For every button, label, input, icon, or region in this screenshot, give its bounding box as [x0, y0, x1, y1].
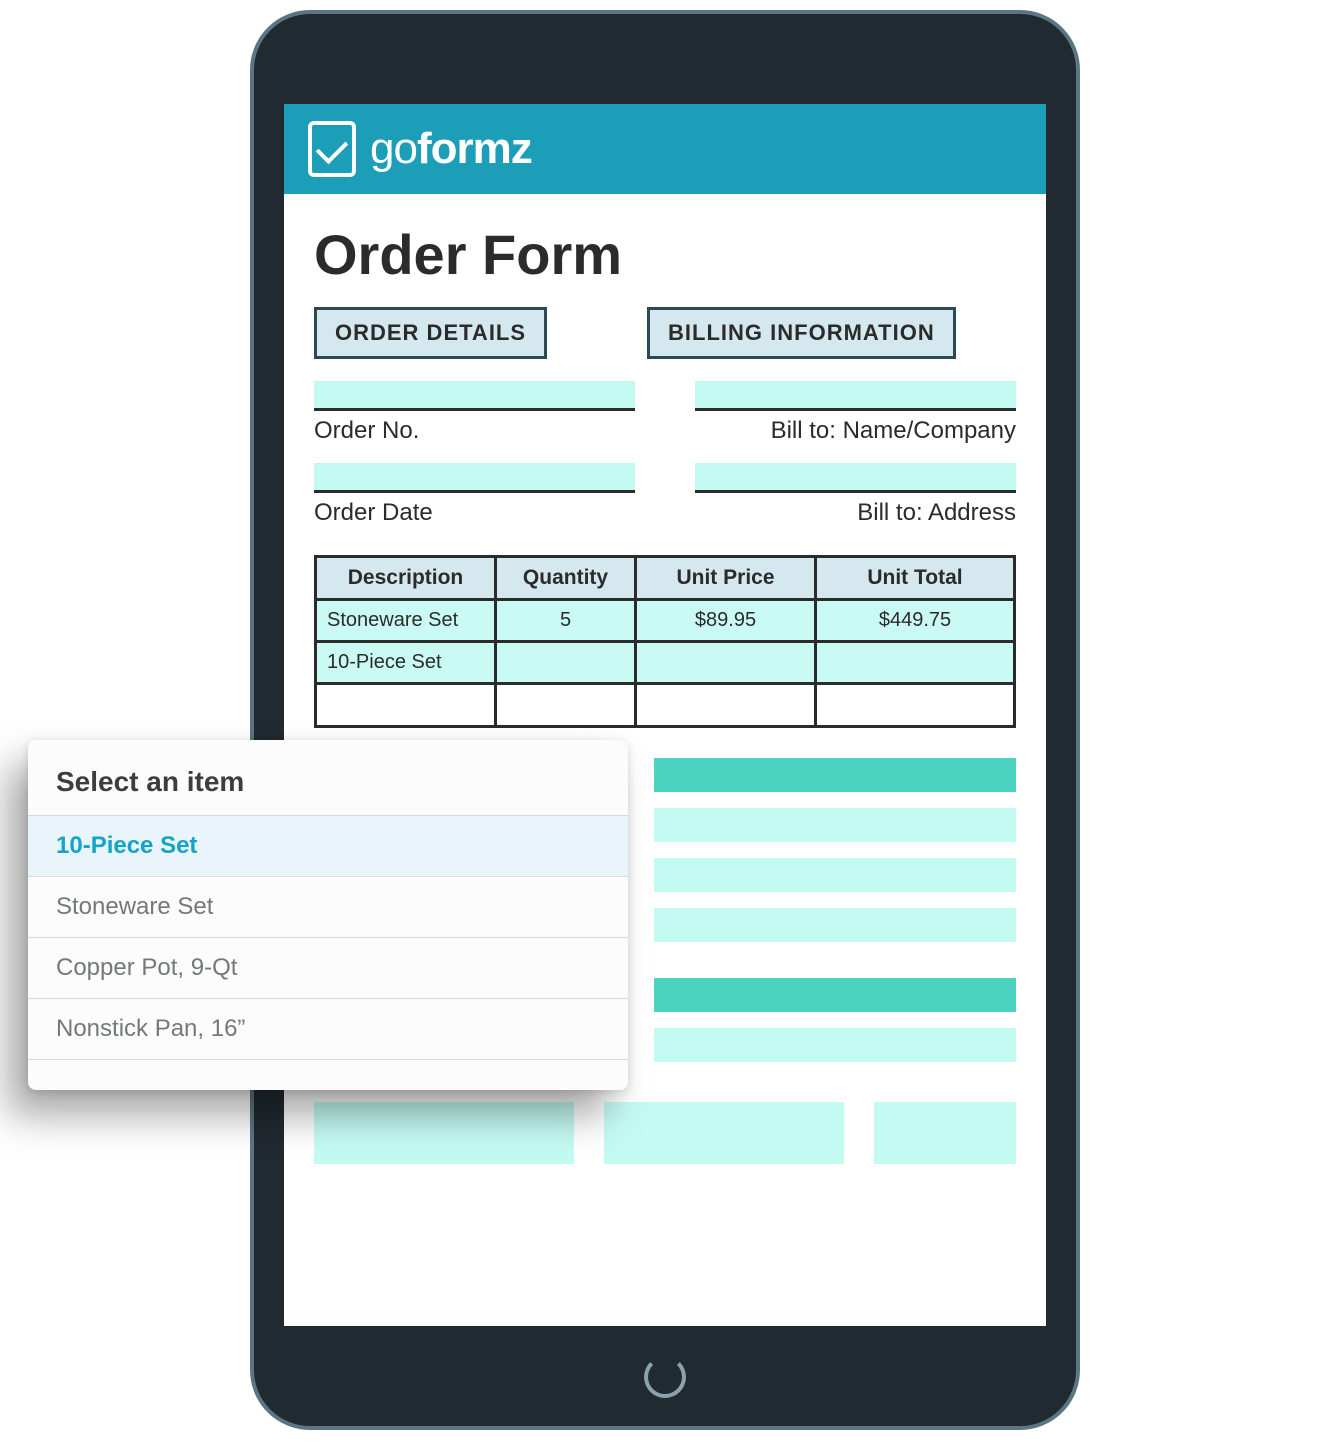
logo-text: goformz — [370, 124, 532, 174]
table-row[interactable]: Stoneware Set 5 $89.95 $449.75 — [317, 601, 1013, 643]
table-row[interactable] — [317, 685, 1013, 725]
summary-row[interactable] — [654, 908, 1016, 942]
summary-row[interactable] — [654, 758, 1016, 792]
tablet-frame: goformz Order Form ORDER DETAILS BILLING… — [250, 10, 1080, 1430]
app-header: goformz — [284, 104, 1046, 194]
cell-description[interactable]: 10-Piece Set — [317, 643, 497, 685]
cell-unit-price[interactable]: $89.95 — [637, 601, 817, 643]
cell-description[interactable] — [317, 685, 497, 725]
cell-quantity[interactable]: 5 — [497, 601, 637, 643]
bottom-field[interactable] — [604, 1102, 844, 1164]
cell-unit-total[interactable]: $449.75 — [817, 601, 1013, 643]
section-order-details: ORDER DETAILS — [314, 307, 547, 359]
bottom-field[interactable] — [874, 1102, 1016, 1164]
cell-unit-price[interactable] — [637, 685, 817, 725]
summary-row[interactable] — [654, 1028, 1016, 1062]
cell-unit-total[interactable] — [817, 643, 1013, 685]
bill-to-name-label: Bill to: Name/Company — [695, 417, 1016, 445]
popup-option[interactable]: Copper Pot, 9-Qt — [28, 937, 628, 999]
col-unit-total: Unit Total — [817, 558, 1013, 601]
summary-row[interactable] — [654, 978, 1016, 1012]
logo-icon — [308, 121, 356, 177]
page-title: Order Form — [284, 194, 1046, 307]
order-items-table: Description Quantity Unit Price Unit Tot… — [314, 555, 1016, 728]
summary-row[interactable] — [654, 858, 1016, 892]
order-date-input[interactable] — [314, 463, 635, 493]
select-item-popup: Select an item 10-Piece Set Stoneware Se… — [28, 740, 628, 1090]
col-quantity: Quantity — [497, 558, 637, 601]
bill-to-address-input[interactable] — [695, 463, 1016, 493]
popup-option[interactable]: Stoneware Set — [28, 876, 628, 938]
bill-to-address-label: Bill to: Address — [695, 499, 1016, 527]
screen: goformz Order Form ORDER DETAILS BILLING… — [284, 104, 1046, 1326]
cell-quantity[interactable] — [497, 643, 637, 685]
cell-description[interactable]: Stoneware Set — [317, 601, 497, 643]
cell-unit-price[interactable] — [637, 643, 817, 685]
summary-row[interactable] — [654, 808, 1016, 842]
cell-unit-total[interactable] — [817, 685, 1013, 725]
popup-option[interactable]: 10-Piece Set — [28, 815, 628, 877]
home-button-icon[interactable] — [644, 1356, 686, 1398]
col-description: Description — [317, 558, 497, 601]
cell-quantity[interactable] — [497, 685, 637, 725]
section-billing-info: BILLING INFORMATION — [647, 307, 956, 359]
popup-option[interactable]: Nonstick Pan, 16” — [28, 998, 628, 1060]
col-unit-price: Unit Price — [637, 558, 817, 601]
table-row[interactable]: 10-Piece Set — [317, 643, 1013, 685]
order-date-label: Order Date — [314, 499, 635, 527]
order-no-input[interactable] — [314, 381, 635, 411]
popup-title: Select an item — [28, 766, 628, 816]
order-no-label: Order No. — [314, 417, 635, 445]
bill-to-name-input[interactable] — [695, 381, 1016, 411]
bottom-field[interactable] — [314, 1102, 574, 1164]
